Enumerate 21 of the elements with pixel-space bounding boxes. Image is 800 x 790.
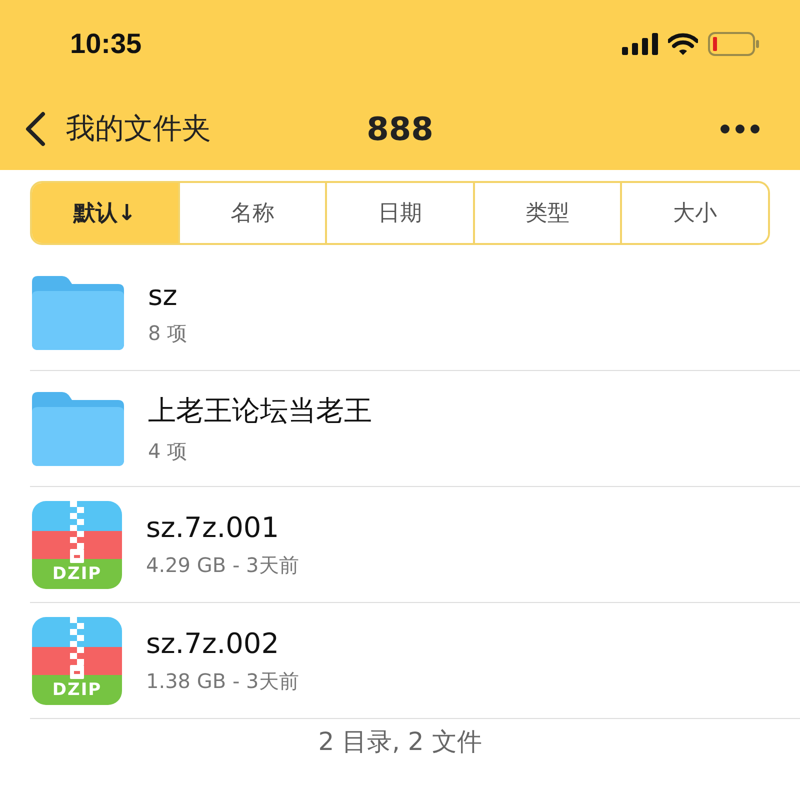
chevron-left-icon	[24, 111, 46, 147]
status-time: 10:35	[70, 28, 142, 60]
battery-icon	[708, 32, 760, 56]
file-detail: 4 项	[148, 438, 188, 465]
page-title: 888	[366, 110, 434, 148]
sort-tab[interactable]: 大小	[620, 183, 768, 243]
file-name[interactable]: 上老王论坛当老王	[148, 392, 372, 430]
summary-text: 2 目录, 2 文件	[317, 726, 483, 758]
more-icon[interactable]	[720, 124, 760, 134]
file-name[interactable]: sz	[148, 278, 188, 312]
signal-icon	[622, 33, 658, 55]
file-name[interactable]: sz.7z.001	[146, 510, 299, 544]
file-detail: 8 项	[148, 320, 188, 346]
file-name[interactable]: sz.7z.002	[146, 626, 299, 660]
folder-icon	[32, 276, 124, 350]
folder-icon	[32, 392, 124, 466]
file-detail: 1.38 GB - 3天前	[146, 668, 299, 694]
back-button[interactable]: 我的文件夹	[24, 109, 211, 149]
sort-tab[interactable]: 默认↓	[32, 183, 178, 243]
wifi-icon	[668, 33, 698, 55]
file-detail: 4.29 GB - 3天前	[146, 552, 299, 578]
